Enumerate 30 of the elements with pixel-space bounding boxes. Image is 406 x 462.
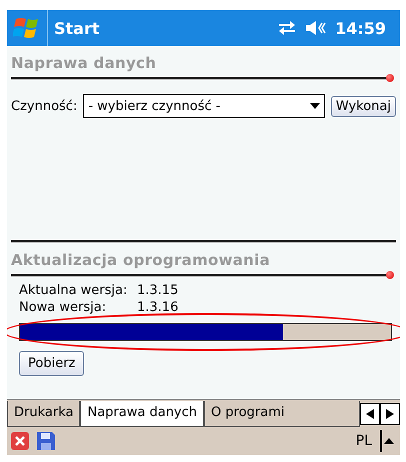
scroll-left-button[interactable]: [360, 402, 380, 424]
input-panel-button[interactable]: [380, 430, 396, 452]
separator-knob-icon: [386, 74, 394, 82]
action-label: Czynność:: [11, 98, 78, 114]
up-arrow-icon: [384, 438, 394, 444]
right-arrow-icon: [386, 408, 394, 418]
speaker-icon[interactable]: [305, 20, 328, 36]
tab[interactable]: Drukarka: [7, 401, 80, 427]
connectivity-icon[interactable]: [277, 20, 298, 36]
tab[interactable]: Naprawa danych: [80, 401, 204, 427]
caret-icon: [310, 103, 320, 109]
version-value: 1.3.15: [137, 283, 178, 298]
save-icon[interactable]: [37, 432, 55, 450]
tab[interactable]: O programi: [204, 401, 360, 427]
separator-knob-icon: [386, 271, 394, 279]
version-value: 1.3.16: [137, 300, 178, 315]
action-dropdown[interactable]: - wybierz czynność -: [83, 94, 325, 118]
left-arrow-icon: [366, 408, 374, 418]
start-label[interactable]: Start: [54, 18, 278, 38]
version-label: Nowa wersja:: [19, 300, 108, 315]
input-language[interactable]: PL: [356, 433, 372, 449]
windows-logo-icon: [13, 16, 41, 40]
version-label: Aktualna wersja:: [19, 283, 128, 298]
section-heading: Aktualizacja oprogramowania: [11, 251, 272, 269]
scroll-right-button[interactable]: [380, 402, 400, 424]
clock[interactable]: 14:59: [335, 18, 386, 38]
close-icon[interactable]: [11, 432, 29, 450]
section-heading: Naprawa danych: [11, 54, 158, 72]
download-button[interactable]: Pobierz: [19, 351, 84, 376]
run-button[interactable]: Wykonaj: [330, 96, 396, 116]
